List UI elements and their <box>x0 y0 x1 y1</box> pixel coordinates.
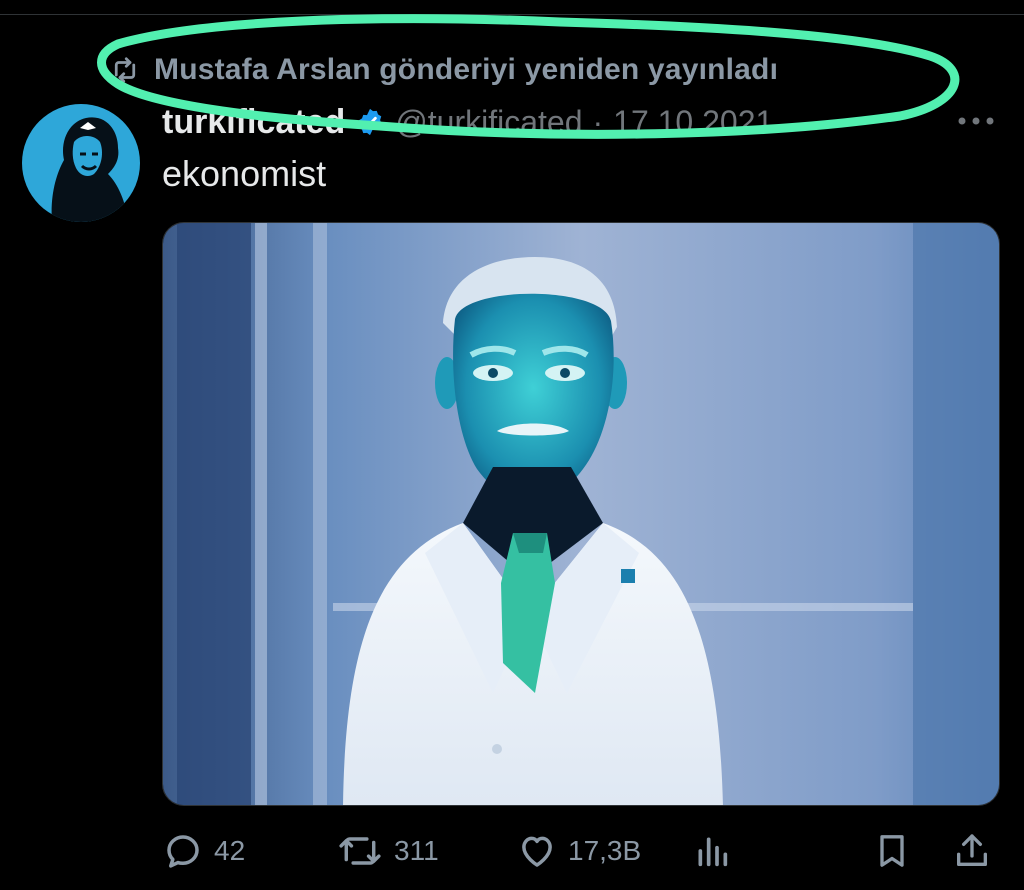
like-button[interactable]: 17,3B <box>516 820 641 882</box>
heart-icon <box>516 830 558 872</box>
tweet-text: ekonomist <box>162 153 327 194</box>
more-options-button[interactable] <box>948 104 1004 138</box>
share-icon <box>952 830 992 872</box>
bookmark-button[interactable] <box>872 820 912 882</box>
like-count: 17,3B <box>568 835 642 866</box>
verified-badge-icon <box>355 107 385 137</box>
bookmark-icon <box>872 830 912 872</box>
avatar[interactable] <box>22 104 140 222</box>
more-icon <box>958 117 994 125</box>
action-bar: 42 311 17,3B <box>160 820 1000 882</box>
reply-icon <box>162 830 204 872</box>
repost-icon <box>108 53 142 87</box>
reply-count: 42 <box>214 835 246 866</box>
repost-text: Mustafa Arslan gönderiyi yeniden yayınla… <box>154 53 779 86</box>
views-chart-icon <box>692 830 732 872</box>
repost-indicator[interactable]: Mustafa Arslan gönderiyi yeniden yayınla… <box>108 50 778 90</box>
tweet-date[interactable]: 17.10.2021 <box>613 104 773 141</box>
repost-action-icon <box>336 830 384 872</box>
share-button[interactable] <box>952 820 992 882</box>
header-separator: · <box>592 103 604 140</box>
repost-count: 311 <box>394 835 439 866</box>
views-button[interactable] <box>692 820 732 882</box>
tweet-media-image[interactable] <box>162 222 1000 806</box>
display-name[interactable]: turkificated <box>162 103 345 142</box>
reply-button[interactable]: 42 <box>162 820 245 882</box>
top-divider <box>0 14 1024 15</box>
handle[interactable]: @turkificated <box>395 104 582 141</box>
tweet-header: turkificated @turkificated · 17.10.2021 <box>162 98 773 146</box>
repost-button[interactable]: 311 <box>336 820 439 882</box>
